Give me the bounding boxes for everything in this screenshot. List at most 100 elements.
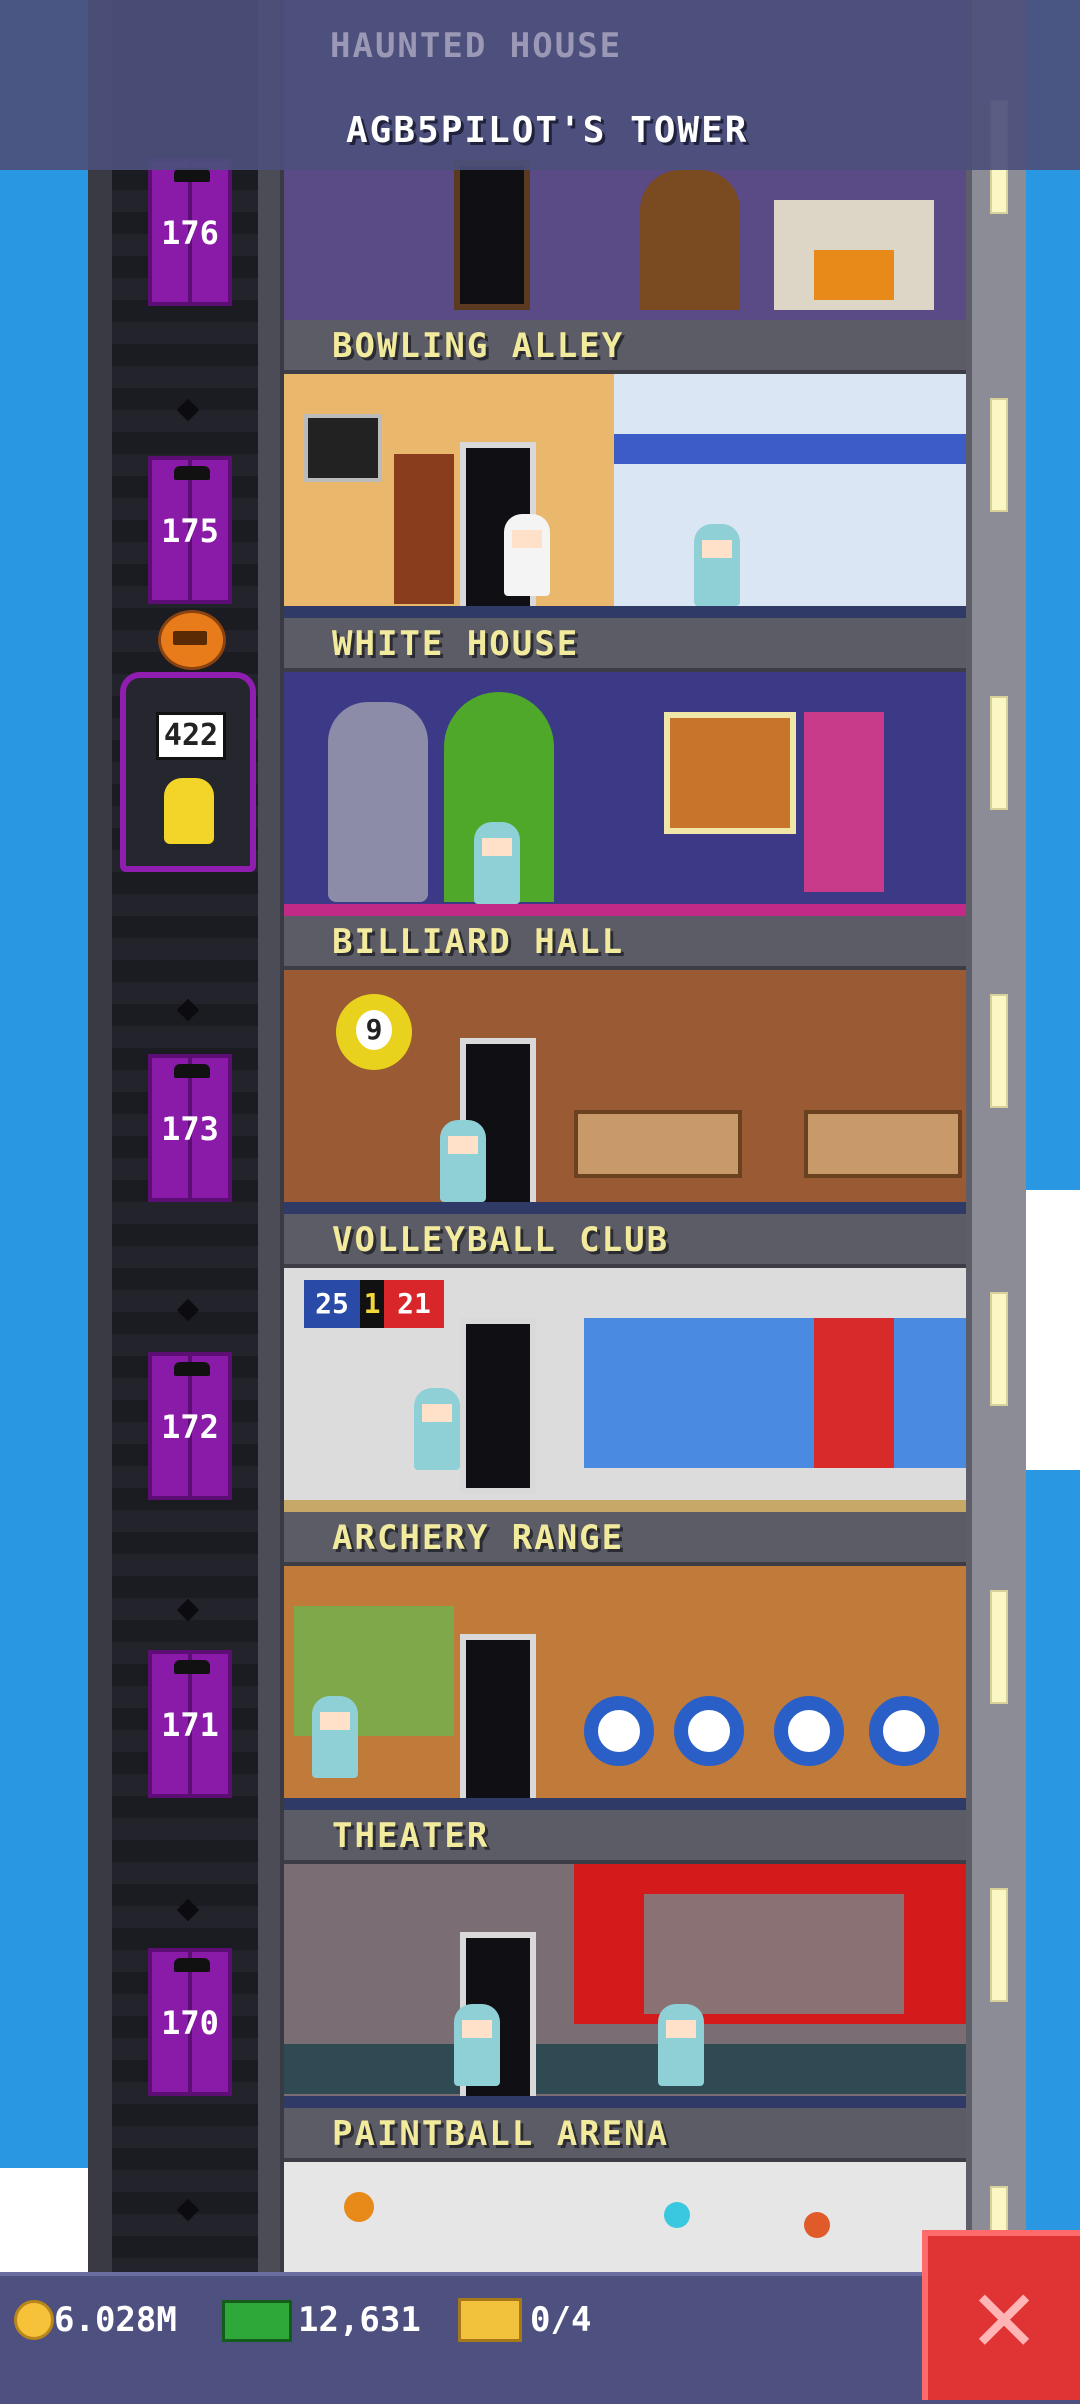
floor-ground — [284, 1798, 966, 1810]
floor-billiard-hall[interactable]: BILLIARD HALL 9 — [284, 916, 966, 1214]
archery-target — [584, 1696, 654, 1766]
elevator-door-172[interactable]: 172 — [148, 1352, 232, 1500]
arcade-machine — [804, 712, 884, 892]
coin-icon — [14, 2300, 54, 2340]
pool-table — [574, 1110, 742, 1178]
window-light — [990, 398, 1008, 512]
tiger-portrait — [664, 712, 796, 834]
room-interior — [284, 672, 966, 916]
floor-white-house[interactable]: WHITE HOUSE — [284, 618, 966, 916]
worker[interactable] — [454, 2004, 500, 2086]
window-light — [990, 994, 1008, 1108]
floor-ground — [284, 2096, 966, 2108]
floor-name: BOWLING ALLEY — [332, 326, 625, 366]
cloud — [1020, 1190, 1080, 1470]
floor-name: ARCHERY RANGE — [332, 1518, 625, 1558]
floor-name: BILLIARD HALL — [332, 922, 625, 962]
archery-target — [869, 1696, 939, 1766]
room-interior — [284, 374, 966, 618]
worker[interactable] — [414, 1388, 460, 1470]
floor-ground — [284, 606, 966, 618]
score-mid: 1 — [360, 1280, 384, 1328]
room-doorway[interactable] — [460, 1318, 536, 1494]
archery-target — [674, 1696, 744, 1766]
lane-stripe — [614, 434, 966, 464]
room-interior: 25 1 21 — [284, 1268, 966, 1512]
worker[interactable] — [440, 1120, 486, 1202]
stage — [644, 1894, 904, 2014]
worker[interactable] — [658, 2004, 704, 2086]
floor-name: WHITE HOUSE — [332, 624, 580, 664]
floor-name: THEATER — [332, 1816, 490, 1856]
worker[interactable] — [474, 822, 520, 904]
floor-ground — [284, 1202, 966, 1214]
elevator-door-170[interactable]: 170 — [148, 1948, 232, 2096]
elevator-door-171[interactable]: 171 — [148, 1650, 232, 1798]
partial-floor-label: HAUNTED HOUSE — [330, 26, 623, 66]
paint-splatter — [344, 2192, 374, 2222]
score-left: 25 — [304, 1280, 360, 1328]
floor-paintball-arena[interactable]: PAINTBALL ARENA — [284, 2108, 966, 2280]
elevator-car[interactable]: 422 — [120, 672, 256, 872]
floor-archery-range[interactable]: ARCHERY RANGE — [284, 1512, 966, 1810]
volleyball-court — [584, 1318, 966, 1468]
bat-icon — [174, 466, 210, 480]
score-right: 21 — [384, 1280, 444, 1328]
archery-target — [774, 1696, 844, 1766]
tower-bux-icon — [222, 2300, 292, 2342]
coins-amount: 6.028M — [54, 2300, 177, 2340]
fire — [814, 250, 894, 300]
theater-seats — [284, 2044, 966, 2094]
floor-number: 176 — [161, 214, 219, 252]
tower-title: AGB5PILOT'S TOWER — [346, 110, 749, 151]
pool-table — [804, 1110, 962, 1178]
throne — [640, 170, 740, 310]
floor-number: 172 — [161, 1408, 219, 1446]
ball-rack — [394, 454, 454, 604]
bowling-lanes — [614, 374, 966, 618]
elevator-door-173[interactable]: 173 — [148, 1054, 232, 1202]
room-doorway[interactable] — [454, 160, 530, 310]
close-icon: ✕ — [968, 2272, 1041, 2372]
floor-name: VOLLEYBALL CLUB — [332, 1220, 670, 1260]
window-light — [990, 1590, 1008, 1704]
snowman-visitor[interactable] — [504, 514, 550, 596]
floor-name: PAINTBALL ARENA — [332, 2114, 670, 2154]
room-interior — [284, 2162, 966, 2280]
shaft-rail — [258, 0, 280, 2280]
window-light — [990, 696, 1008, 810]
worker[interactable] — [694, 524, 740, 606]
floor-bowling-alley[interactable]: BOWLING ALLEY — [284, 320, 966, 618]
bat-icon — [174, 1362, 210, 1376]
pumpkin-icon — [158, 610, 226, 670]
worker[interactable] — [312, 1696, 358, 1778]
elevator-door-176[interactable]: 176 — [148, 158, 232, 306]
floor-number: 173 — [161, 1110, 219, 1148]
golden-ticket-icon — [458, 2298, 522, 2342]
bux-amount: 12,631 — [298, 2300, 421, 2340]
floor-number: 175 — [161, 512, 219, 550]
bat-icon — [174, 1958, 210, 1972]
bat-icon — [174, 168, 210, 182]
billiard-ball-number: 9 — [356, 1010, 392, 1050]
floor-volleyball-club[interactable]: VOLLEYBALL CLUB 25 1 21 — [284, 1214, 966, 1512]
pumpkin-face — [173, 631, 207, 645]
paint-splatter — [804, 2212, 830, 2238]
floor-ground — [284, 1500, 966, 1512]
bat-icon — [174, 1064, 210, 1078]
floor-theater[interactable]: THEATER — [284, 1810, 966, 2108]
room-interior — [284, 1566, 966, 1810]
window-light — [990, 1888, 1008, 2002]
bat-icon — [174, 1660, 210, 1674]
elevator-rider — [164, 778, 214, 844]
tickets-amount: 0/4 — [530, 2300, 592, 2340]
menu-board — [304, 414, 382, 482]
paint-splatter — [664, 2202, 690, 2228]
close-button[interactable]: ✕ — [922, 2230, 1080, 2400]
room-interior — [284, 1864, 966, 2108]
elevator-door-175[interactable]: 175 — [148, 456, 232, 604]
scoreboard: 25 1 21 — [304, 1280, 444, 1328]
floor-ground — [284, 904, 966, 916]
room-doorway[interactable] — [460, 1634, 536, 1810]
elephant-statue — [328, 702, 428, 902]
